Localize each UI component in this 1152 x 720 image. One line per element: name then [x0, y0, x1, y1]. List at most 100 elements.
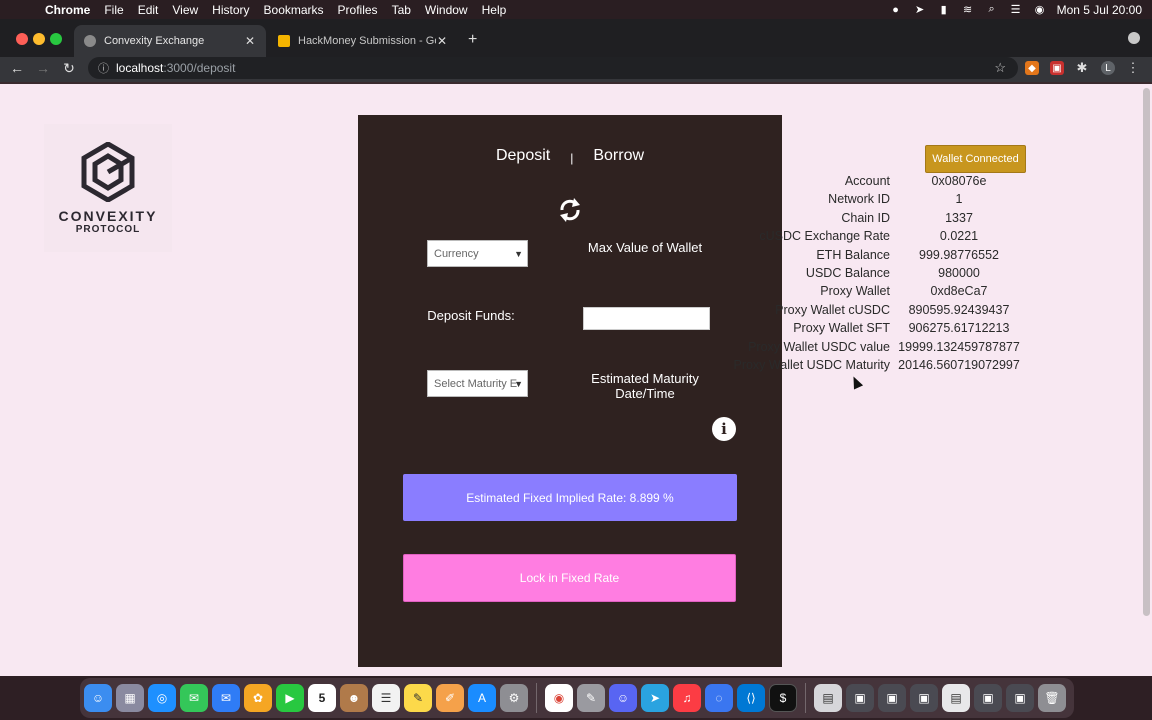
reminders-icon[interactable]: ☰	[372, 684, 400, 712]
forward-icon[interactable]: →	[34, 60, 52, 76]
back-icon[interactable]: ←	[8, 60, 26, 76]
safari-icon[interactable]: ◎	[148, 684, 176, 712]
window-thumbnail-icon[interactable]: ▣	[1006, 684, 1034, 712]
trash-icon[interactable]: 🗑	[1038, 684, 1066, 712]
notes-icon[interactable]: ✎	[404, 684, 432, 712]
menu-edit[interactable]: Edit	[138, 3, 159, 17]
menu-history[interactable]: History	[212, 3, 249, 17]
info-icon[interactable]: i	[712, 417, 736, 441]
menu-tab[interactable]: Tab	[392, 3, 411, 17]
maturity-select[interactable]: Select Maturity E ▼	[427, 370, 528, 397]
window-thumbnail-icon[interactable]: ▣	[878, 684, 906, 712]
menu-file[interactable]: File	[104, 3, 123, 17]
window-thumbnail-icon[interactable]: ▣	[910, 684, 938, 712]
control-center-icon[interactable]: ☰	[1009, 4, 1023, 16]
system-preferences-icon[interactable]: ⚙	[500, 684, 528, 712]
info-row-proxy-wallet: Proxy Wallet 0xd8eCa7	[720, 284, 1040, 302]
deposit-panel: Deposit | Borrow Currency ▼ Max Value of…	[358, 115, 782, 667]
document-thumbnail-icon[interactable]: ▤	[814, 684, 842, 712]
finder-icon[interactable]: ☺	[84, 684, 112, 712]
info-label: ETH Balance	[816, 247, 890, 262]
terminal-icon[interactable]: $	[769, 684, 797, 712]
tab-search-icon[interactable]	[1128, 32, 1140, 44]
wifi-icon[interactable]: ≋	[961, 4, 975, 16]
messages-icon[interactable]: ✉	[180, 684, 208, 712]
window-zoom-button[interactable]	[50, 33, 62, 45]
macos-dock: ☺ ▦ ◎ ✉ ✉ ✿ ▶ 5 ☻ ☰ ✎ ✐ A ⚙ ◉ ✎ ☺ ➤ ♫ ◌ …	[0, 676, 1152, 720]
info-label: Proxy Wallet	[820, 284, 890, 299]
globe-icon	[84, 35, 96, 47]
window-thumbnail-icon[interactable]: ▣	[974, 684, 1002, 712]
info-value: 0x08076e	[931, 174, 987, 188]
info-value: 890595.92439437	[908, 302, 1010, 317]
document-thumbnail-icon[interactable]: ▤	[942, 684, 970, 712]
implied-rate-display: Estimated Fixed Implied Rate: 8.899 %	[403, 474, 737, 521]
bookmark-star-icon[interactable]: ☆	[994, 60, 1006, 76]
script-editor-icon[interactable]: ✎	[577, 684, 605, 712]
menu-window[interactable]: Window	[425, 3, 468, 17]
mode-separator: |	[570, 151, 574, 165]
pages-icon[interactable]: ✐	[436, 684, 464, 712]
deposit-mode-link[interactable]: Deposit	[496, 147, 550, 169]
browser-tab-strip: Convexity Exchange ✕ HackMoney Submissio…	[0, 19, 1152, 57]
info-row-exchange-rate: cUSDC Exchange Rate 0.0221	[720, 229, 1040, 247]
music-icon[interactable]: ♫	[673, 684, 701, 712]
wallet-connected-button[interactable]: Wallet Connected	[925, 145, 1026, 173]
tab-convexity-exchange[interactable]: Convexity Exchange ✕	[74, 25, 266, 57]
max-value-label: Max Value of Wallet	[587, 240, 703, 255]
dock-shelf: ☺ ▦ ◎ ✉ ✉ ✿ ▶ 5 ☻ ☰ ✎ ✐ A ⚙ ◉ ✎ ☺ ➤ ♫ ◌ …	[80, 678, 1074, 718]
tab-hackmoney-submission[interactable]: HackMoney Submission - Goo ✕	[268, 25, 458, 57]
menu-bookmarks[interactable]: Bookmarks	[264, 3, 324, 17]
siri-icon[interactable]: ◉	[1033, 4, 1047, 16]
deposit-amount-input[interactable]	[583, 307, 710, 330]
battery-icon[interactable]: ▮	[937, 4, 951, 16]
address-bar[interactable]: ⓘ localhost:3000/deposit ☆	[88, 57, 1018, 79]
window-minimize-button[interactable]	[33, 33, 45, 45]
signal-icon[interactable]: ◌	[705, 684, 733, 712]
telegram-status-icon[interactable]: ➤	[913, 4, 927, 16]
new-tab-icon[interactable]: +	[468, 31, 477, 49]
mode-switch: Deposit | Borrow	[358, 147, 782, 169]
site-info-icon[interactable]: ⓘ	[98, 60, 110, 76]
dock-divider	[805, 683, 806, 713]
discord-icon[interactable]: ☺	[609, 684, 637, 712]
logo-text-convexity: CONVEXITY	[58, 207, 158, 224]
telegram-icon[interactable]: ➤	[641, 684, 669, 712]
spotlight-icon[interactable]: ⌕	[985, 3, 999, 16]
info-value: 1	[955, 192, 963, 207]
menu-profiles[interactable]: Profiles	[338, 3, 378, 17]
refresh-swap-icon[interactable]	[557, 193, 583, 227]
extensions-puzzle-icon[interactable]: ✱	[1075, 60, 1089, 75]
contacts-icon[interactable]: ☻	[340, 684, 368, 712]
lock-fixed-rate-button[interactable]: Lock in Fixed Rate	[403, 554, 736, 602]
page-scrollbar[interactable]	[1143, 88, 1150, 616]
photos-icon[interactable]: ✿	[244, 684, 272, 712]
menu-app-name[interactable]: Chrome	[45, 3, 90, 17]
info-row-eth-balance: ETH Balance 999.98776552	[720, 248, 1040, 266]
close-tab-icon[interactable]: ✕	[436, 34, 448, 48]
macos-menu-bar: Chrome File Edit View History Bookmarks …	[0, 0, 1152, 19]
window-thumbnail-icon[interactable]: ▣	[846, 684, 874, 712]
metamask-icon[interactable]: ◆	[1025, 61, 1039, 75]
reload-icon[interactable]: ↻	[60, 60, 78, 77]
extension-red-icon[interactable]: ▣	[1050, 61, 1064, 75]
window-close-button[interactable]	[16, 33, 28, 45]
borrow-mode-link[interactable]: Borrow	[593, 147, 644, 169]
app-store-icon[interactable]: A	[468, 684, 496, 712]
close-tab-icon[interactable]: ✕	[244, 34, 256, 48]
menu-clock[interactable]: Mon 5 Jul 20:00	[1057, 3, 1142, 17]
chrome-icon[interactable]: ◉	[545, 684, 573, 712]
calendar-icon[interactable]: 5	[308, 684, 336, 712]
info-label: cUSDC Exchange Rate	[759, 229, 890, 244]
menu-view[interactable]: View	[172, 3, 198, 17]
facetime-icon[interactable]: ▶	[276, 684, 304, 712]
chrome-menu-icon[interactable]: ⋮	[1126, 60, 1140, 75]
profile-avatar-icon[interactable]: L	[1101, 61, 1115, 75]
record-icon[interactable]: ●	[889, 4, 903, 16]
menu-help[interactable]: Help	[482, 3, 507, 17]
currency-select[interactable]: Currency ▼	[427, 240, 528, 267]
vscode-icon[interactable]: ⟨⟩	[737, 684, 765, 712]
mail-icon[interactable]: ✉	[212, 684, 240, 712]
launchpad-icon[interactable]: ▦	[116, 684, 144, 712]
info-label: USDC Balance	[805, 265, 890, 280]
